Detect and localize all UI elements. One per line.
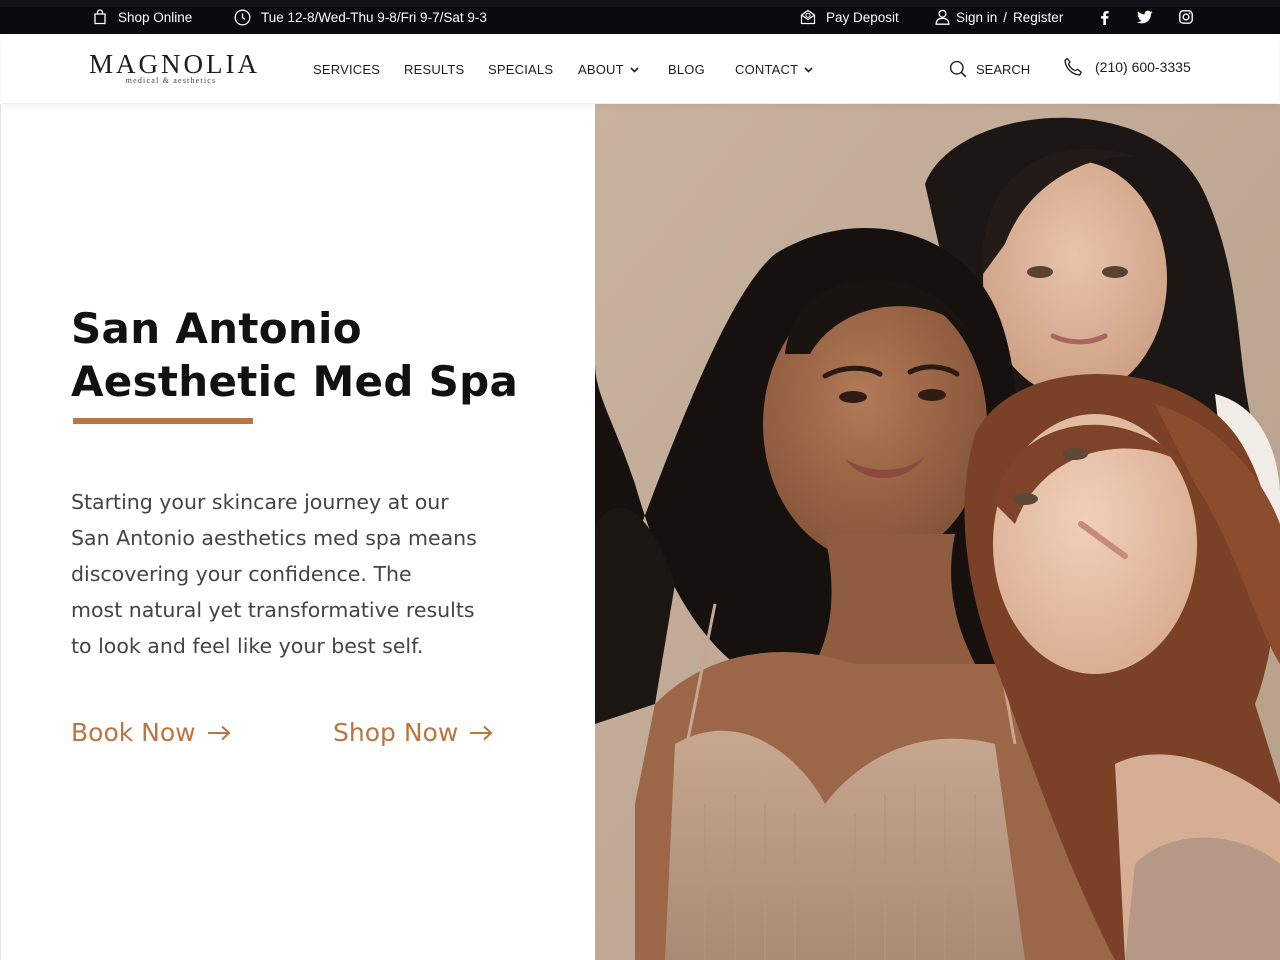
logo-wordmark: MAGNOLIA: [89, 49, 260, 79]
hours-text: Tue 12-8/Wed-Thu 9-8/Fri 9-7/Sat 9-3: [261, 10, 487, 25]
chevron-down-icon: [630, 66, 639, 73]
twitter-icon[interactable]: [1137, 10, 1153, 24]
top-bar: Shop Online Tue 12-8/Wed-Thu 9-8/Fri 9-7…: [0, 0, 1280, 34]
nav-results-label: RESULTS: [404, 62, 465, 77]
nav-services[interactable]: SERVICES: [313, 62, 380, 77]
nav-specials[interactable]: SPECIALS: [488, 62, 553, 77]
hero-photo-illustration: [595, 104, 1280, 960]
search-button[interactable]: SEARCH: [949, 60, 1030, 78]
nav-services-label: SERVICES: [313, 62, 381, 77]
book-now-button[interactable]: Book Now: [71, 718, 231, 747]
facebook-icon[interactable]: [1098, 10, 1110, 25]
search-icon: [949, 60, 967, 78]
hero-title-line1: San Antonio: [71, 304, 362, 353]
hero-description-line: Starting your skincare journey at our: [71, 490, 449, 514]
search-label: SEARCH: [976, 61, 1031, 77]
hero-title: San Antonio Aesthetic Med Spa: [71, 302, 541, 408]
hero-title-line2: Aesthetic Med Spa: [71, 357, 519, 406]
hero-photo: [595, 104, 1280, 960]
nav-about-label: ABOUT: [578, 62, 624, 77]
arrow-right-icon: [470, 725, 493, 740]
hero-description-line: most natural yet transformative results: [71, 598, 475, 622]
nav-contact-label: CONTACT: [735, 62, 799, 77]
hero-description-line: to look and feel like your best self.: [71, 634, 424, 658]
chevron-down-icon: [804, 66, 813, 73]
hero-description-line: San Antonio aesthetics med spa means: [71, 526, 477, 550]
nav-blog[interactable]: BLOG: [668, 62, 705, 77]
clock-icon: [234, 9, 251, 26]
phone-number: (210) 600-3335: [1095, 59, 1191, 75]
nav-results[interactable]: RESULTS: [404, 62, 464, 77]
account-links: Sign in / Register: [935, 9, 1063, 25]
hero-description: Starting your skincare journey at our Sa…: [71, 484, 531, 664]
business-hours: Tue 12-8/Wed-Thu 9-8/Fri 9-7/Sat 9-3: [234, 9, 487, 26]
site-logo[interactable]: MAGNOLIA medical & aesthetics: [89, 49, 260, 85]
sign-in-link[interactable]: Sign in: [956, 10, 997, 25]
top-bar-edge: [0, 0, 1280, 7]
nav-about[interactable]: ABOUT: [578, 62, 639, 77]
nav-contact[interactable]: CONTACT: [735, 62, 813, 77]
nav-specials-label: SPECIALS: [488, 62, 554, 77]
title-underline: [73, 418, 253, 424]
hero-description-line: discovering your confidence. The: [71, 562, 412, 586]
register-link[interactable]: Register: [1013, 10, 1063, 25]
shop-now-button[interactable]: Shop Now: [333, 718, 493, 747]
pay-deposit-link[interactable]: Pay Deposit: [800, 9, 899, 25]
user-icon: [935, 9, 950, 25]
phone-icon: [1064, 57, 1082, 76]
shopping-bag-icon: [94, 9, 106, 25]
pay-deposit-label: Pay Deposit: [826, 9, 899, 25]
deposit-envelope-icon: [800, 9, 816, 25]
instagram-icon[interactable]: [1179, 10, 1193, 24]
shop-now-label: Shop Now: [333, 718, 459, 747]
shop-online-link[interactable]: Shop Online: [92, 9, 192, 25]
site-header: MAGNOLIA medical & aesthetics SERVICES R…: [2, 34, 1278, 104]
phone-link[interactable]: (210) 600-3335: [1063, 57, 1191, 77]
arrow-right-icon: [207, 725, 231, 740]
nav-blog-label: BLOG: [668, 62, 705, 77]
account-separator: /: [1003, 9, 1008, 25]
book-now-label: Book Now: [71, 718, 196, 747]
shop-online-label: Shop Online: [118, 9, 193, 25]
